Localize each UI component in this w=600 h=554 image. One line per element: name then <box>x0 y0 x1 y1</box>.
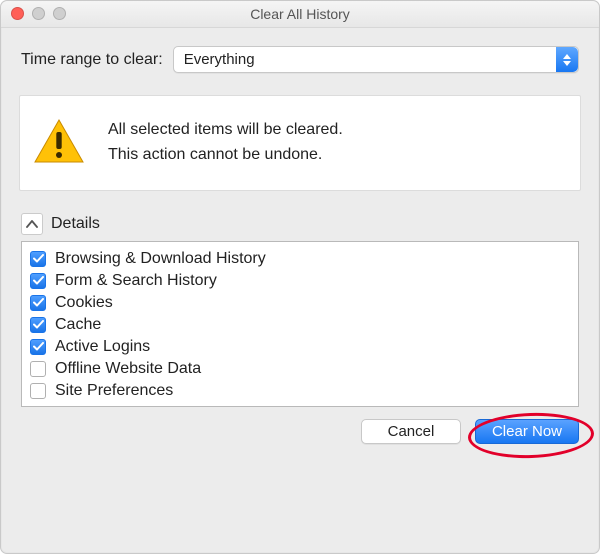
details-item[interactable]: Site Preferences <box>30 380 570 402</box>
details-item[interactable]: Browsing & Download History <box>30 248 570 270</box>
details-item[interactable]: Active Logins <box>30 336 570 358</box>
checkbox[interactable] <box>30 251 46 267</box>
window-title: Clear All History <box>250 6 350 22</box>
time-range-select[interactable]: Everything <box>173 46 579 73</box>
checkbox[interactable] <box>30 383 46 399</box>
time-range-row: Time range to clear: Everything <box>21 46 579 73</box>
warning-icon <box>30 118 88 167</box>
details-expander[interactable] <box>21 213 43 235</box>
checkbox-label: Cookies <box>55 294 113 312</box>
window-controls <box>11 7 66 20</box>
details-item[interactable]: Offline Website Data <box>30 358 570 380</box>
details-item[interactable]: Cache <box>30 314 570 336</box>
clear-now-button-label: Clear Now <box>492 423 562 440</box>
time-range-label: Time range to clear: <box>21 51 163 69</box>
clear-now-button[interactable]: Clear Now <box>475 419 579 444</box>
warning-line1: All selected items will be cleared. <box>108 118 343 143</box>
cancel-button-label: Cancel <box>388 423 435 440</box>
checkbox-label: Site Preferences <box>55 382 173 400</box>
time-range-value: Everything <box>184 51 255 68</box>
checkbox-label: Active Logins <box>55 338 150 356</box>
details-label: Details <box>51 215 100 233</box>
checkbox[interactable] <box>30 317 46 333</box>
chevron-up-icon <box>26 220 38 228</box>
details-item[interactable]: Form & Search History <box>30 270 570 292</box>
checkbox[interactable] <box>30 273 46 289</box>
warning-panel: All selected items will be cleared. This… <box>19 95 581 191</box>
details-list: Browsing & Download History Form & Search… <box>21 241 579 407</box>
checkbox-label: Form & Search History <box>55 272 217 290</box>
checkbox-label: Browsing & Download History <box>55 250 266 268</box>
checkbox-label: Offline Website Data <box>55 360 201 378</box>
details-item[interactable]: Cookies <box>30 292 570 314</box>
checkbox[interactable] <box>30 339 46 355</box>
select-stepper-icon <box>556 47 578 72</box>
titlebar: Clear All History <box>1 1 599 28</box>
warning-text: All selected items will be cleared. This… <box>108 118 343 168</box>
dialog-window: Clear All History Time range to clear: E… <box>0 0 600 554</box>
checkbox-label: Cache <box>55 316 101 334</box>
checkbox[interactable] <box>30 361 46 377</box>
zoom-window-button[interactable] <box>53 7 66 20</box>
button-row: Cancel Clear Now <box>21 419 579 444</box>
warning-line2: This action cannot be undone. <box>108 143 343 168</box>
close-window-button[interactable] <box>11 7 24 20</box>
cancel-button[interactable]: Cancel <box>361 419 461 444</box>
dialog-content: Time range to clear: Everything All sele… <box>1 28 599 460</box>
minimize-window-button[interactable] <box>32 7 45 20</box>
checkbox[interactable] <box>30 295 46 311</box>
details-header[interactable]: Details <box>21 213 579 235</box>
